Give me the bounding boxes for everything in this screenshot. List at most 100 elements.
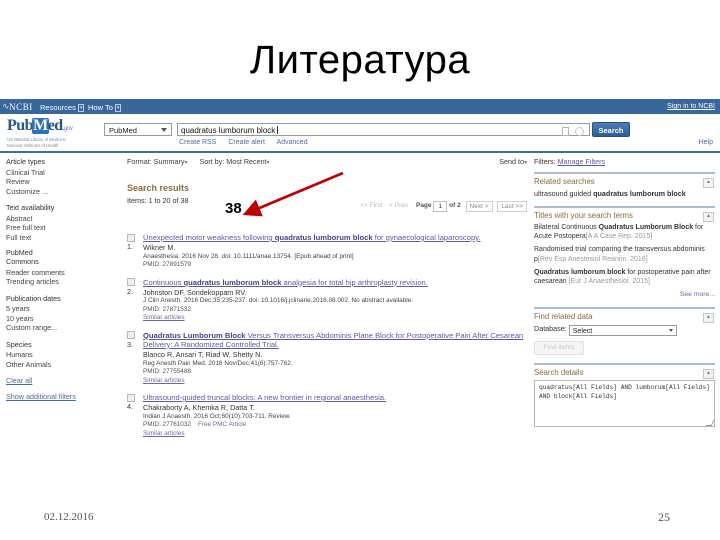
help-link[interactable]: Help: [699, 139, 713, 146]
result-checkbox[interactable]: [127, 331, 135, 339]
result-title-link[interactable]: Ultrasound-guided truncal blocks: A new …: [143, 393, 527, 403]
filters-row: Filters: Manage Filters: [534, 157, 715, 166]
pubmed-logo[interactable]: PubMed.gov US National Library of Medici…: [7, 118, 73, 148]
suggestion-highlight: Quadratus Lumborum Block: [599, 224, 694, 231]
search-results-heading: Search results: [127, 183, 527, 193]
title-suggestion[interactable]: Quadratus lumborum block for postoperati…: [534, 268, 715, 286]
brand-part1: Pub: [7, 117, 33, 134]
filters-sidebar: Article types Clinical Trial Review Cust…: [6, 157, 116, 401]
suggestion-highlight: Quadratus lumborum block: [534, 269, 625, 276]
panel-heading: Search details: [534, 368, 715, 377]
find-items-button[interactable]: Find items: [534, 341, 584, 355]
related-search-pre: ultrasound guided: [534, 189, 593, 198]
database-select-value: PubMed: [109, 126, 137, 135]
see-more-link[interactable]: See more...: [534, 290, 715, 299]
chevron-down-icon: [669, 329, 673, 332]
filter-item[interactable]: Clinical Trial: [6, 168, 116, 178]
result-pmid: PMID: 27761032: [143, 421, 191, 428]
pagination-page-input[interactable]: 1: [433, 201, 447, 212]
clear-all-link[interactable]: Clear all: [6, 376, 116, 385]
collapse-icon[interactable]: ▲: [703, 313, 714, 323]
pagination-first[interactable]: << First: [360, 202, 382, 209]
search-button[interactable]: Search: [592, 122, 630, 137]
filter-item[interactable]: Free full text: [6, 223, 116, 233]
result-title-link[interactable]: Continuous quadratus lumborum block anal…: [143, 278, 527, 288]
chevron-down-icon: ▾: [78, 104, 85, 112]
panel-heading: Titles with your search terms: [534, 211, 715, 220]
pagination-page-label: Page: [416, 202, 432, 209]
title-pre: Continuous: [143, 278, 184, 287]
search-input-value: quadratus lumborum block: [181, 126, 275, 135]
similar-articles-link[interactable]: Similar articles: [143, 314, 527, 323]
collapse-icon[interactable]: ▲: [703, 212, 714, 222]
create-rss-link[interactable]: Create RSS: [179, 139, 216, 146]
result-authors: Wikner M.: [143, 243, 527, 253]
sort-control[interactable]: Sort by: Most Recent▾: [200, 157, 270, 166]
result-title-link[interactable]: Quadratus Lumborum Block Versus Transver…: [143, 331, 527, 350]
filter-group-pubmed-commons: PubMed Commons Reader comments Trending …: [6, 249, 116, 287]
filter-item[interactable]: Other Animals: [6, 360, 116, 370]
filter-item[interactable]: 10 years: [6, 314, 116, 324]
pagination-last[interactable]: Last >>: [497, 201, 527, 212]
panel-heading: Find related data: [534, 312, 715, 321]
database-row: Database: Select: [534, 324, 715, 336]
filter-item-customize[interactable]: Customize ...: [6, 187, 116, 197]
pagination-of-label: of 2: [449, 202, 461, 209]
pagination-prev[interactable]: < Prev: [389, 202, 408, 209]
manage-filters-link[interactable]: Manage Filters: [558, 157, 606, 166]
title-highlight: quadratus lumborum block: [275, 233, 373, 242]
create-alert-link[interactable]: Create alert: [228, 139, 265, 146]
pubmed-wordmark: PubMed.gov: [7, 118, 73, 136]
filter-group-publication-dates: Publication dates 5 years 10 years Custo…: [6, 294, 116, 333]
text-cursor: [277, 126, 278, 134]
similar-articles-link[interactable]: Similar articles: [143, 430, 527, 439]
clipboard-icon[interactable]: [562, 127, 569, 136]
free-pmc-article-tag[interactable]: Free PMC Article: [198, 421, 246, 428]
send-to-control[interactable]: Send to▾: [499, 157, 527, 166]
nav-howto-label: How To: [88, 103, 113, 112]
filter-item[interactable]: Abstract: [6, 214, 116, 224]
format-control[interactable]: Format: Summary▾: [127, 157, 188, 166]
filter-item-custom-range[interactable]: Custom range...: [6, 323, 116, 333]
suggestion-journal: [Rev Esp Anestesiol Reanim. 2016]: [538, 256, 648, 263]
advanced-link[interactable]: Advanced: [276, 139, 307, 146]
title-suggestion[interactable]: Randomised trial comparing the transvers…: [534, 245, 715, 263]
database-select[interactable]: PubMed: [104, 123, 172, 136]
filter-item[interactable]: Trending articles: [6, 277, 116, 287]
collapse-icon[interactable]: ▲: [703, 369, 714, 379]
collapse-icon[interactable]: ▲: [703, 178, 714, 188]
title-highlight: Quadratus Lumborum Block: [143, 331, 246, 340]
title-suggestion[interactable]: Bilateral Continuous Quadratus Lumborum …: [534, 223, 715, 241]
brand-letter-m: M: [32, 118, 49, 134]
similar-articles-link[interactable]: Similar articles: [143, 377, 527, 386]
results-column: Format: Summary▾ Sort by: Most Recent▾ S…: [127, 157, 527, 438]
pagination: << First < Prev Page 1 of 2 Next > Last …: [360, 201, 527, 212]
search-details-textarea[interactable]: quadratus[All Fields] AND lumborum[All F…: [534, 380, 715, 427]
show-additional-filters-link[interactable]: Show additional filters: [6, 392, 116, 401]
search-input[interactable]: quadratus lumborum block: [177, 123, 590, 136]
result-title-link[interactable]: Unexpected motor weakness following quad…: [143, 233, 527, 243]
clear-icon[interactable]: [575, 127, 584, 136]
filter-item[interactable]: Reader comments: [6, 268, 116, 278]
panel-body: Bilateral Continuous Quadratus Lumborum …: [534, 223, 715, 299]
filter-item[interactable]: Humans: [6, 350, 116, 360]
resize-grip-icon[interactable]: [706, 420, 715, 426]
nav-howto[interactable]: How To▾: [88, 103, 121, 112]
filter-item[interactable]: Review: [6, 177, 116, 187]
result-citation: J Clin Anesth. 2016 Dec;35:235-237. doi:…: [143, 297, 527, 306]
filter-item[interactable]: Full text: [6, 233, 116, 243]
send-to-label: Send to: [499, 157, 524, 166]
ncbi-logo[interactable]: NCBI: [9, 102, 33, 112]
chevron-down-icon: ▾: [115, 104, 122, 112]
filter-item[interactable]: 5 years: [6, 304, 116, 314]
nav-resources[interactable]: Resources▾: [40, 103, 84, 112]
result-checkbox[interactable]: [127, 234, 135, 242]
pagination-next[interactable]: Next >: [466, 201, 493, 212]
sign-in-link[interactable]: Sign in to NCBI: [667, 103, 715, 110]
chevron-down-icon: ▾: [185, 160, 188, 166]
result-checkbox[interactable]: [127, 394, 135, 402]
related-database-select[interactable]: Select: [569, 325, 677, 336]
related-search-item[interactable]: ultrasound guided quadratus lumborum blo…: [534, 189, 715, 198]
result-checkbox[interactable]: [127, 278, 135, 286]
result-authors: Blanco R, Ansari T, Riad W, Shetty N.: [143, 350, 527, 360]
